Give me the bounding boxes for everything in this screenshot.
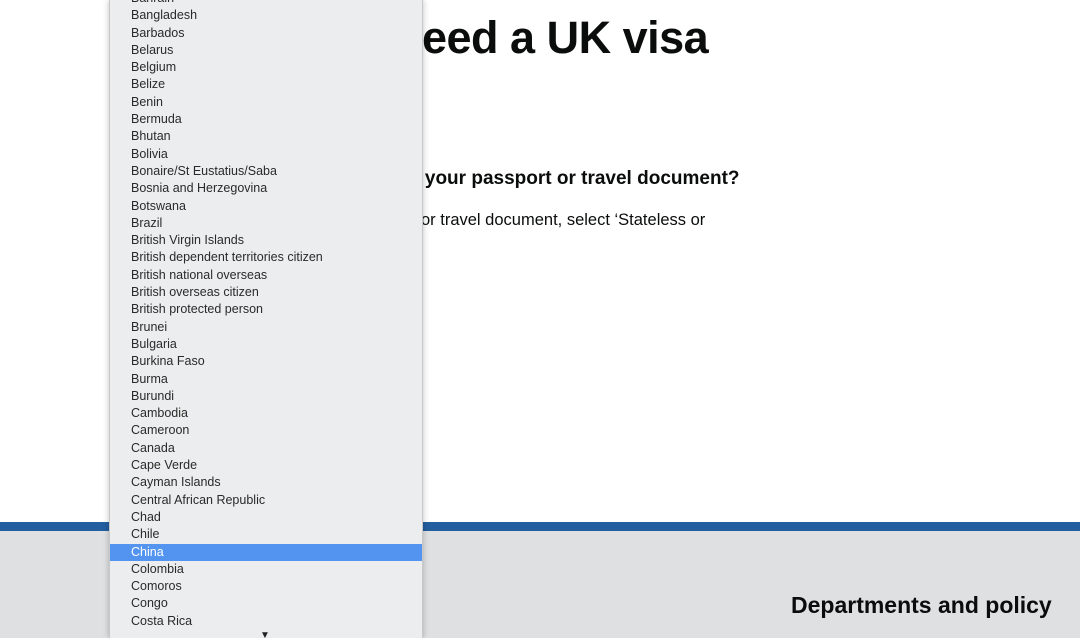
dropdown-option[interactable]: Cambodia [110, 405, 422, 422]
page-title: eed a UK visa [422, 12, 709, 63]
dropdown-option[interactable]: Brunei [110, 319, 422, 336]
question-hint: or travel document, select ‘Stateless or [421, 211, 706, 229]
dropdown-option[interactable]: Benin [110, 94, 422, 111]
dropdown-option[interactable]: Congo [110, 595, 422, 612]
dropdown-option[interactable]: Cameroon [110, 422, 422, 439]
dropdown-option[interactable]: Cayman Islands [110, 474, 422, 491]
dropdown-option[interactable]: Burkina Faso [110, 353, 422, 370]
dropdown-option[interactable]: Burundi [110, 388, 422, 405]
dropdown-option[interactable]: Bahrain [110, 0, 422, 7]
dropdown-option[interactable]: British overseas citizen [110, 284, 422, 301]
option-list: BahrainBangladeshBarbadosBelarusBelgiumB… [110, 0, 422, 630]
dropdown-option[interactable]: British protected person [110, 301, 422, 318]
dropdown-option[interactable]: Bhutan [110, 128, 422, 145]
question-heading: n your passport or travel document? [408, 168, 740, 189]
dropdown-option[interactable]: Bangladesh [110, 7, 422, 24]
dropdown-option[interactable]: Chile [110, 526, 422, 543]
dropdown-option[interactable]: Costa Rica [110, 613, 422, 630]
dropdown-option[interactable]: Brazil [110, 215, 422, 232]
dropdown-option[interactable]: China [110, 543, 422, 561]
dropdown-option[interactable]: Comoros [110, 578, 422, 595]
dropdown-option[interactable]: Belgium [110, 59, 422, 76]
dropdown-option[interactable]: Bosnia and Herzegovina [110, 180, 422, 197]
dropdown-option[interactable]: Belize [110, 76, 422, 93]
footer-link-departments[interactable]: Departments and policy [791, 592, 1052, 619]
dropdown-option[interactable]: British dependent territories citizen [110, 249, 422, 266]
dropdown-option[interactable]: British Virgin Islands [110, 232, 422, 249]
dropdown-option[interactable]: Botswana [110, 198, 422, 215]
nationality-dropdown-list[interactable]: BahrainBangladeshBarbadosBelarusBelgiumB… [109, 0, 423, 638]
dropdown-option[interactable]: Central African Republic [110, 492, 422, 509]
dropdown-option[interactable]: Bonaire/St Eustatius/Saba [110, 163, 422, 180]
dropdown-option[interactable]: Belarus [110, 42, 422, 59]
dropdown-option[interactable]: British national overseas [110, 267, 422, 284]
dropdown-option[interactable]: Burma [110, 371, 422, 388]
scroll-down-icon[interactable]: ▼ [260, 630, 270, 638]
dropdown-option[interactable]: Bolivia [110, 146, 422, 163]
dropdown-option[interactable]: Cape Verde [110, 457, 422, 474]
dropdown-option[interactable]: Barbados [110, 25, 422, 42]
dropdown-option[interactable]: Canada [110, 440, 422, 457]
dropdown-option[interactable]: Chad [110, 509, 422, 526]
dropdown-option[interactable]: Bermuda [110, 111, 422, 128]
dropdown-option[interactable]: Colombia [110, 561, 422, 578]
dropdown-option[interactable]: Bulgaria [110, 336, 422, 353]
